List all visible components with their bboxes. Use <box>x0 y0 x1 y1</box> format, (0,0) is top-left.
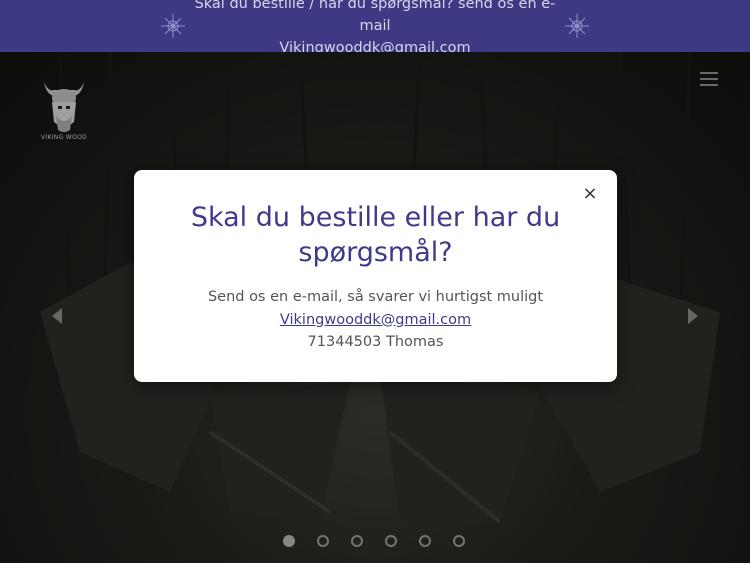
contact-modal: × Skal du bestille eller har du spørgsmå… <box>134 170 617 382</box>
modal-body: Send os en e-mail, så svarer vi hurtigst… <box>154 286 597 354</box>
announcement-bar: Skal du bestille / har du spørgsmål? sen… <box>0 0 750 56</box>
compass-star-icon <box>563 12 591 40</box>
close-icon[interactable]: × <box>581 184 599 204</box>
email-link[interactable]: Vikingwooddk@gmail.com <box>280 312 471 328</box>
modal-title: Skal du bestille eller har du spørgsmål? <box>190 202 561 268</box>
modal-text: Send os en e-mail, så svarer vi hurtigst… <box>207 289 544 305</box>
announcement-text: Skal du bestille / har du spørgsmål? sen… <box>185 0 565 59</box>
compass-star-icon <box>159 12 187 40</box>
announcement-line-1: Skal du bestille / har du spørgsmål? sen… <box>194 0 556 34</box>
phone-text: 71344503 Thomas <box>307 334 444 350</box>
